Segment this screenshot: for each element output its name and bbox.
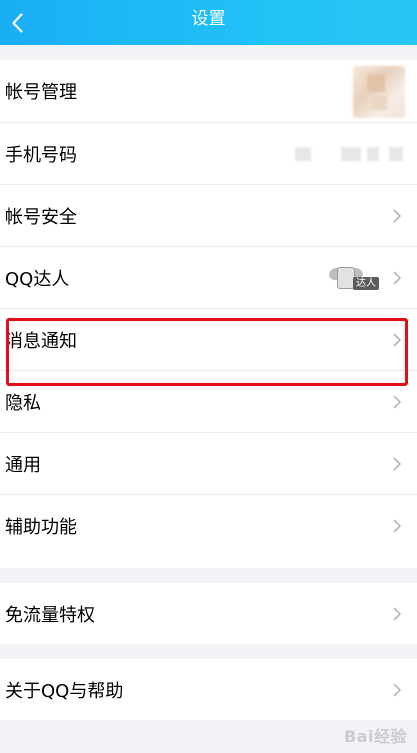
settings-item-account-security[interactable]: 帐号安全 <box>0 185 417 247</box>
settings-group-data: 免流量特权 <box>0 583 417 644</box>
chevron-right-icon <box>393 271 401 284</box>
chevron-right-icon <box>393 683 401 696</box>
chevron-right-icon <box>393 607 401 620</box>
settings-item-account-management[interactable]: 帐号管理 <box>0 60 417 123</box>
chevron-right-icon <box>393 209 401 222</box>
settings-item-label: 关于QQ与帮助 <box>5 680 124 702</box>
watermark: Bai经验 <box>344 727 407 746</box>
settings-item-phone-number[interactable]: 手机号码 <box>0 123 417 185</box>
settings-item-label: 消息通知 <box>5 330 77 352</box>
settings-item-label: 通用 <box>5 454 41 476</box>
settings-item-label: QQ达人 <box>5 268 70 290</box>
title-bar: 设置 <box>0 0 417 45</box>
avatar <box>353 66 405 118</box>
settings-item-message-notification[interactable]: 消息通知 <box>0 309 417 371</box>
chevron-right-icon <box>393 395 401 408</box>
chevron-right-icon <box>393 519 401 533</box>
settings-item-qq-expert[interactable]: QQ达人 达人 <box>0 247 417 309</box>
settings-item-label: 手机号码 <box>5 144 77 166</box>
settings-item-about-help[interactable]: 关于QQ与帮助 <box>0 659 417 720</box>
settings-item-privacy[interactable]: 隐私 <box>0 371 417 433</box>
settings-item-accessibility[interactable]: 辅助功能 <box>0 495 417 557</box>
settings-item-label: 免流量特权 <box>5 604 95 626</box>
settings-item-label: 帐号管理 <box>5 82 77 103</box>
settings-group-about: 关于QQ与帮助 <box>0 659 417 720</box>
settings-item-label: 辅助功能 <box>5 517 77 538</box>
qq-expert-badge-text: 达人 <box>353 276 379 290</box>
settings-item-general[interactable]: 通用 <box>0 433 417 495</box>
phone-number-value-blurred <box>289 146 409 161</box>
chevron-right-icon <box>393 333 401 346</box>
settings-item-data-free[interactable]: 免流量特权 <box>0 583 417 644</box>
settings-item-label: 帐号安全 <box>5 206 77 228</box>
settings-item-label: 隐私 <box>5 392 41 414</box>
page-title: 设置 <box>191 9 226 29</box>
qq-expert-badge-icon: 达人 <box>327 265 381 291</box>
chevron-right-icon <box>393 457 401 470</box>
settings-group-main: 帐号管理 手机号码 帐号安全 QQ达人 达人 消息通知 隐私 通用 辅助功能 <box>0 60 417 568</box>
